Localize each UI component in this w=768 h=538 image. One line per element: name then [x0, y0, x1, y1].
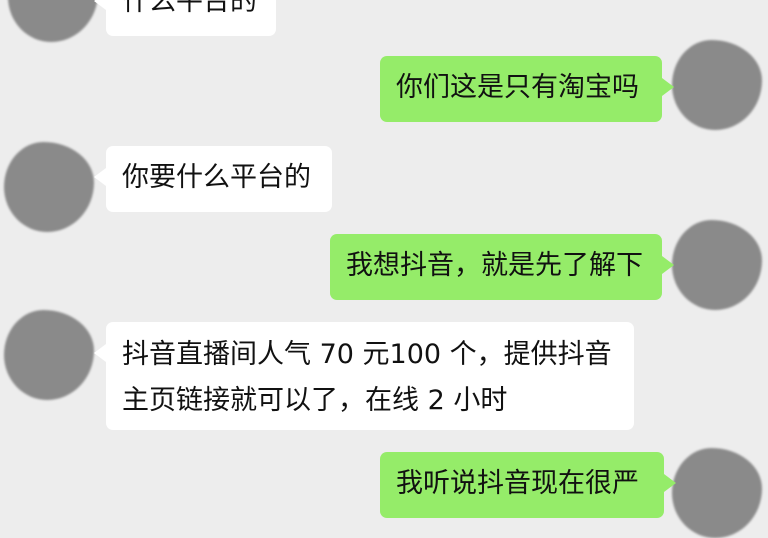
message-text: 我听说抖音现在很严	[396, 468, 639, 499]
user-avatar[interactable]	[672, 220, 762, 310]
message-text-line: 抖音直播间人气 70 元100 个，提供抖音	[122, 339, 612, 370]
message-text: 你们这是只有淘宝吗	[396, 72, 639, 103]
message-bubble-user: 我想抖音，就是先了解下	[330, 234, 674, 300]
message-bubble-contact: 你要什么平台的	[94, 146, 332, 212]
message-bubble-contact: 抖音直播间人气 70 元100 个，提供抖音 主页链接就可以了，在线 2 小时	[94, 322, 634, 430]
message-text: 什么平台的	[122, 0, 257, 17]
message-bubble-user: 我听说抖音现在很严	[380, 452, 676, 518]
message-bubble-user: 你们这是只有淘宝吗	[380, 56, 674, 122]
message-text-line: 主页链接就可以了，在线 2 小时	[122, 385, 508, 416]
message-bubble-contact: 什么平台的	[94, 0, 276, 36]
contact-avatar[interactable]	[4, 310, 94, 400]
message-text: 你要什么平台的	[122, 162, 311, 193]
contact-avatar[interactable]	[4, 142, 94, 232]
user-avatar[interactable]	[672, 448, 762, 538]
user-avatar[interactable]	[672, 40, 762, 130]
contact-avatar[interactable]	[8, 0, 98, 42]
message-text: 我想抖音，就是先了解下	[346, 250, 643, 281]
